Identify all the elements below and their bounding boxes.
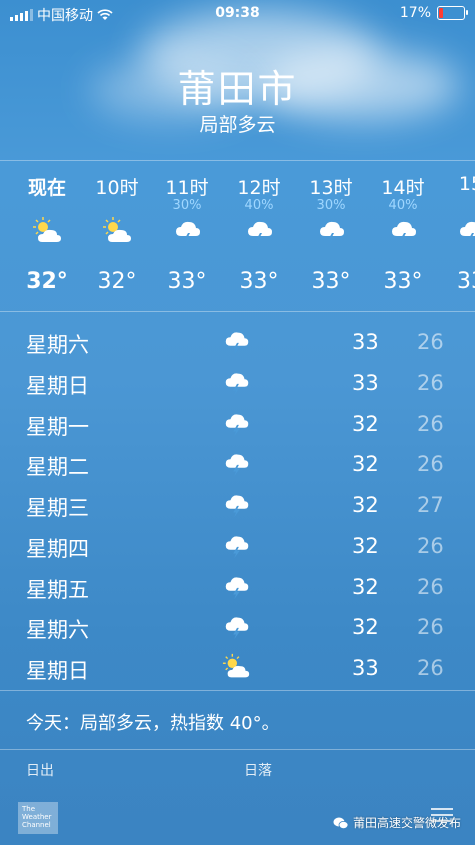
day-high: 32 [352,534,379,558]
hour-temp: 33° [311,269,351,294]
hour-temp: 33° [167,269,207,294]
thunderstorm-icon [392,221,416,245]
sunrise-label: 日出 [26,763,54,779]
battery-icon [437,6,468,20]
thunderstorm-icon [225,495,249,518]
watermark-text: 莆田高速交警微发布 [352,816,461,830]
hour-label: 10时 [95,177,139,199]
current-condition: 局部多云 [199,114,276,136]
thunderstorm-icon [320,221,344,245]
day-high: 32 [352,575,379,599]
hour-label: 11时 [165,177,209,199]
weather-channel-logo[interactable]: The Weather Channel [18,802,58,834]
day-high: 32 [352,452,379,476]
day-name: 星期六 [26,333,89,357]
day-low: 26 [417,371,444,395]
day-low: 26 [417,412,444,436]
daily-row: 星期五 32 26 [0,567,475,607]
hour-temp: 32° [26,269,68,294]
day-high: 33 [352,371,379,395]
day-name: 星期四 [26,537,89,561]
day-name: 星期日 [26,374,89,398]
day-high: 33 [352,656,379,680]
day-low: 26 [417,534,444,558]
precip-chance: 40% [388,198,418,213]
day-low: 26 [417,615,444,639]
thunderstorm-icon [225,332,249,355]
sun-cloud-icon [222,653,250,678]
day-low: 26 [417,575,444,599]
today-summary: 今天：局部多云，热指数 40°。 [0,690,475,750]
hour-label: 15 [458,173,475,195]
summary-text: 今天：局部多云，热指数 40°。 [26,713,280,734]
battery-percent: 17% [399,5,431,21]
hour-label: 14时 [381,177,425,199]
day-low: 26 [417,452,444,476]
day-name: 星期日 [26,659,89,683]
thunderstorm-icon [248,221,272,245]
sun-cloud-icon [103,217,131,242]
day-high: 32 [352,412,379,436]
day-name: 星期二 [26,455,89,479]
day-low: 26 [417,330,444,354]
hour-temp: 33 [457,269,475,294]
daily-row: 星期六 33 26 [0,322,475,362]
sun-cloud-icon [33,217,61,242]
thunderstorm-icon [225,414,249,437]
day-high: 33 [352,330,379,354]
daily-row: 星期日 33 26 [0,363,475,403]
day-high: 32 [352,615,379,639]
thunderstorm-icon [225,454,249,477]
thunderstorm-icon [225,577,249,600]
daily-row: 星期四 32 26 [0,526,475,566]
daily-row: 星期日 33 26 [0,648,475,688]
day-low: 27 [417,493,444,517]
hourly-forecast[interactable]: 现在 32° 10时 32° 11时 30% 33° 12时 40% 33° 1… [0,160,475,312]
watermark: 莆田高速交警微发布 [333,814,461,831]
daily-row: 星期三 32 27 [0,485,475,525]
wechat-icon [333,817,349,829]
city-name: 莆田市 [177,67,298,111]
precip-chance: 30% [316,198,346,213]
hour-label: 12时 [237,177,281,199]
sunset-label: 日落 [244,763,272,779]
day-name: 星期六 [26,618,89,642]
hour-label: 现在 [27,177,66,199]
hour-temp: 33° [383,269,423,294]
hour-temp: 32° [97,269,137,294]
day-name: 星期三 [26,496,89,520]
thunderstorm-icon [225,536,249,559]
precip-chance: 40% [244,198,274,213]
hour-label: 13时 [309,177,353,199]
daily-row: 星期六 32 26 [0,607,475,647]
hour-temp: 33° [239,269,279,294]
day-name: 星期一 [26,415,89,439]
precip-chance: 30% [172,198,202,213]
thunderstorm-icon [225,373,249,396]
thunderstorm-icon [176,221,200,245]
thunderstorm-icon [225,617,249,640]
day-low: 26 [417,656,444,680]
thunderstorm-icon [460,221,475,245]
status-bar: 中国移动 09:38 17% [0,0,475,26]
day-name: 星期五 [26,578,89,602]
day-high: 32 [352,493,379,517]
daily-row: 星期二 32 26 [0,444,475,484]
daily-row: 星期一 32 26 [0,404,475,444]
